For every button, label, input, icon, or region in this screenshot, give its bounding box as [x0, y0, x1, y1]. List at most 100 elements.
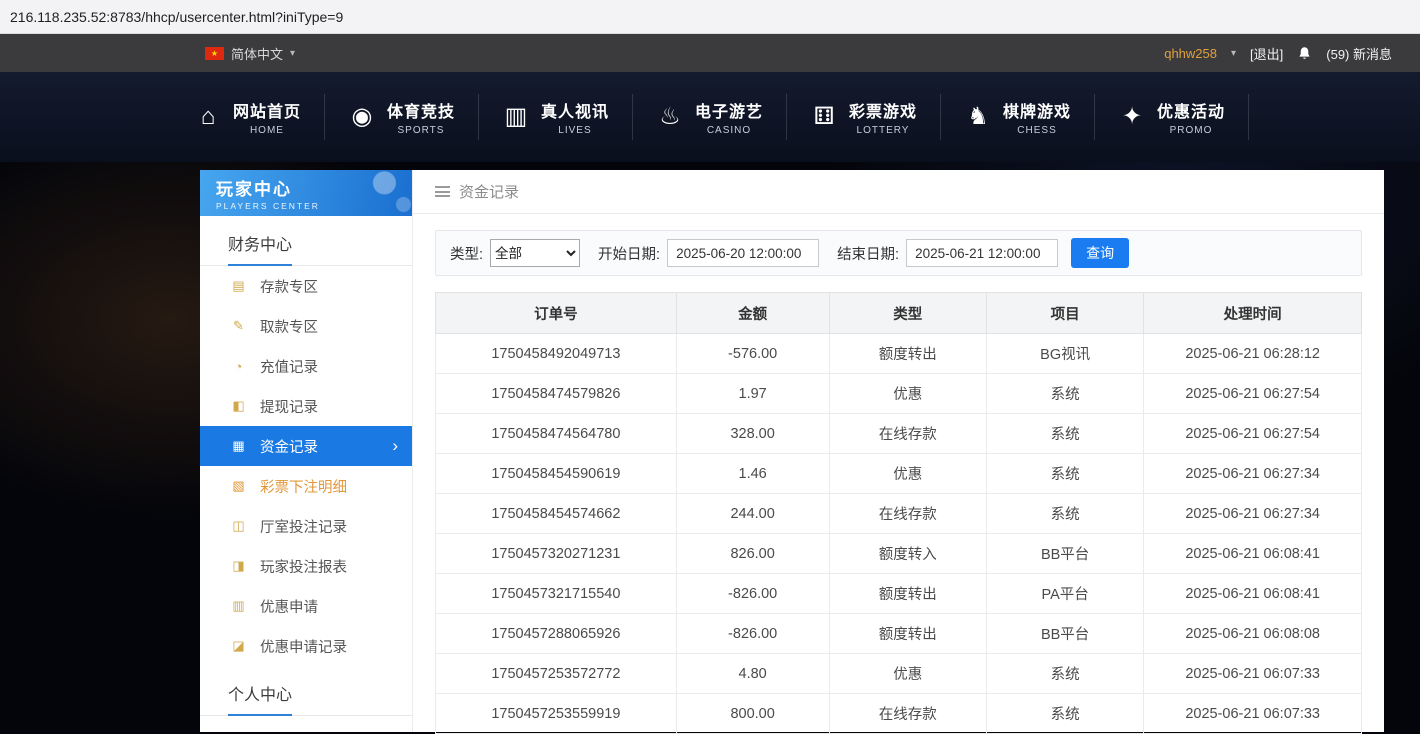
cell-order-number: 1750458474564780	[436, 414, 677, 454]
account-bar: ★ 简体中文 ▾ qhhw258 ▾ [退出] (59) 新消息	[0, 34, 1420, 72]
nav-item[interactable]: ⚅ 彩票游戏 LOTTERY	[787, 94, 941, 140]
sidebar-menu: ▤ 存款专区 › ✎ 取款专区 › ◔ 充值记录 › ◧	[200, 266, 412, 666]
nav-item[interactable]: ⌂ 网站首页 HOME	[171, 94, 325, 140]
cell-process-time: 2025-06-21 06:27:34	[1144, 494, 1362, 534]
nav-item-subtitle: PROMO	[1170, 125, 1213, 136]
logout-button[interactable]: [退出]	[1250, 44, 1283, 63]
table-row: 1750457288065926 -826.00 额度转出 BB平台 2025-…	[436, 614, 1362, 654]
nav-item-subtitle: CHESS	[1017, 125, 1056, 136]
sidebar-item[interactable]: ◔ 充值记录 ›	[200, 346, 412, 386]
nav-item[interactable]: ♞ 棋牌游戏 CHESS	[941, 94, 1095, 140]
sidebar-item-label: 优惠申请记录	[260, 636, 347, 657]
cell-process-time: 2025-06-21 06:28:12	[1144, 334, 1362, 374]
table-header-cell: 金额	[676, 293, 829, 334]
cell-project: PA平台	[986, 574, 1143, 614]
sidebar-item-label: 厅室投注记录	[260, 516, 347, 537]
chevron-down-icon: ▾	[290, 48, 295, 59]
cell-order-number: 1750457253572772	[436, 654, 677, 694]
nav-item[interactable]: ▥ 真人视讯 LIVES	[479, 94, 633, 140]
bell-icon[interactable]	[1297, 46, 1312, 61]
sidebar-item-label: 充值记录	[260, 356, 318, 377]
sidebar-item-label: 存款专区	[260, 276, 318, 297]
cell-amount: -826.00	[676, 574, 829, 614]
account-right: qhhw258 ▾ [退出] (59) 新消息	[1164, 44, 1392, 63]
sidebar-item[interactable]: ▤ 存款专区 ›	[200, 266, 412, 306]
search-button[interactable]: 查询	[1071, 238, 1129, 268]
cell-order-number: 1750458474579826	[436, 374, 677, 414]
cell-order-number: 1750457253559919	[436, 694, 677, 734]
cell-process-time: 2025-06-21 06:27:54	[1144, 414, 1362, 454]
table-row: 1750458474564780 328.00 在线存款 系统 2025-06-…	[436, 414, 1362, 454]
sidebar-item[interactable]: ◫ 厅室投注记录 ›	[200, 506, 412, 546]
nav-item-title: 电子游艺	[695, 98, 763, 122]
cell-type: 在线存款	[829, 414, 986, 454]
sidebar-header: 玩家中心 PLAYERS CENTER	[200, 170, 412, 216]
recharge-record-icon: ◔	[230, 359, 247, 374]
table-row: 1750457320271231 826.00 额度转入 BB平台 2025-0…	[436, 534, 1362, 574]
cell-amount: 1.46	[676, 454, 829, 494]
type-label: 类型:	[450, 243, 483, 264]
nav-item[interactable]: ♨ 电子游艺 CASINO	[633, 94, 787, 140]
table-body: 1750458492049713 -576.00 额度转出 BG视讯 2025-…	[436, 334, 1362, 734]
cell-order-number: 1750457320271231	[436, 534, 677, 574]
sidebar-subtitle: PLAYERS CENTER	[216, 201, 396, 211]
nav-item-subtitle: SPORTS	[397, 125, 444, 136]
new-messages-link[interactable]: (59) 新消息	[1326, 44, 1392, 63]
cell-type: 优惠	[829, 454, 986, 494]
cell-type: 在线存款	[829, 694, 986, 734]
withdraw-record-icon: ◧	[230, 398, 247, 414]
cell-amount: -576.00	[676, 334, 829, 374]
cell-process-time: 2025-06-21 06:07:33	[1144, 654, 1362, 694]
sidebar-item-label: 提现记录	[260, 396, 318, 417]
table-row: 1750458474579826 1.97 优惠 系统 2025-06-21 0…	[436, 374, 1362, 414]
chevron-down-icon[interactable]: ▾	[1231, 48, 1236, 59]
type-select[interactable]: 全部	[490, 239, 580, 267]
sidebar-item-label: 优惠申请	[260, 596, 318, 617]
cell-type: 额度转出	[829, 614, 986, 654]
end-date-input[interactable]	[906, 239, 1058, 267]
sidebar-item[interactable]: ▧ 彩票下注明细 ›	[200, 466, 412, 506]
cell-amount: 4.80	[676, 654, 829, 694]
cell-project: 系统	[986, 694, 1143, 734]
start-date-input[interactable]	[667, 239, 819, 267]
cell-order-number: 1750458454574662	[436, 494, 677, 534]
page-title: 资金记录	[459, 181, 519, 202]
cell-process-time: 2025-06-21 06:27:34	[1144, 454, 1362, 494]
cell-project: 系统	[986, 494, 1143, 534]
cell-project: BG视讯	[986, 334, 1143, 374]
records-table: 订单号金额类型项目处理时间 1750458492049713 -576.00 额…	[435, 292, 1362, 734]
filter-bar: 类型: 全部 开始日期: 结束日期: 查询	[435, 230, 1362, 276]
nav-item-title: 体育竞技	[387, 98, 455, 122]
cell-order-number: 1750457321715540	[436, 574, 677, 614]
cell-project: 系统	[986, 374, 1143, 414]
language-selector[interactable]: ★ 简体中文 ▾	[205, 44, 295, 63]
cell-order-number: 1750458492049713	[436, 334, 677, 374]
username[interactable]: qhhw258	[1164, 46, 1217, 61]
cell-project: 系统	[986, 654, 1143, 694]
section-finance-center: 财务中心	[200, 216, 412, 266]
nav-item[interactable]: ◉ 体育竞技 SPORTS	[325, 94, 479, 140]
sidebar-item[interactable]: ✎ 取款专区 ›	[200, 306, 412, 346]
sidebar-item[interactable]: ◧ 提现记录 ›	[200, 386, 412, 426]
app: { "browser": { "url": "216.118.235.52:87…	[0, 0, 1420, 732]
cell-type: 优惠	[829, 654, 986, 694]
funds-record-icon: ▦	[230, 438, 247, 454]
content-area: 玩家中心 PLAYERS CENTER 财务中心 ▤ 存款专区 › ✎ 取款专区…	[200, 170, 1384, 732]
menu-toggle-icon[interactable]	[435, 186, 450, 197]
cell-project: BB平台	[986, 534, 1143, 574]
cell-type: 额度转出	[829, 574, 986, 614]
url-bar[interactable]: 216.118.235.52:8783/hhcp/usercenter.html…	[0, 0, 1420, 34]
nav-item-subtitle: HOME	[250, 125, 284, 136]
table-header-cell: 处理时间	[1144, 293, 1362, 334]
section-personal-center: 个人中心	[200, 666, 412, 716]
sidebar-item[interactable]: ◨ 玩家投注报表 ›	[200, 546, 412, 586]
cell-type: 在线存款	[829, 494, 986, 534]
table-row: 1750458454590619 1.46 优惠 系统 2025-06-21 0…	[436, 454, 1362, 494]
sidebar-item[interactable]: ◪ 优惠申请记录 ›	[200, 626, 412, 666]
sidebar-item[interactable]: ▦ 资金记录 ›	[200, 426, 412, 466]
promo-record-icon: ◪	[230, 638, 247, 654]
breadcrumb: 资金记录	[413, 170, 1384, 214]
sidebar-item[interactable]: ▥ 优惠申请 ›	[200, 586, 412, 626]
cell-project: 系统	[986, 454, 1143, 494]
nav-item[interactable]: ✦ 优惠活动 PROMO	[1095, 94, 1249, 140]
